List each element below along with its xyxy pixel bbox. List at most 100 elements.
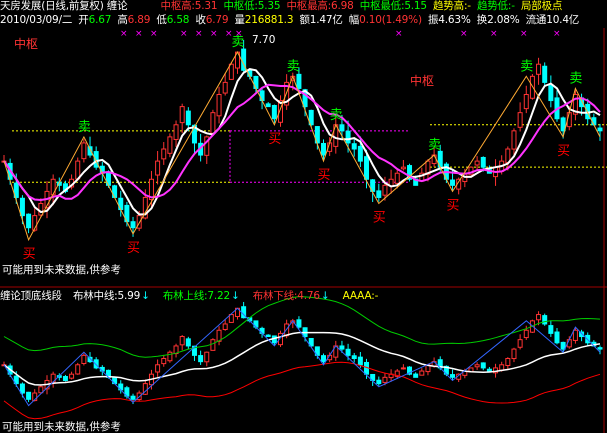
buy-marker: 买 — [318, 168, 331, 183]
zs-tag-left: 中枢 — [14, 37, 39, 51]
lower-candle-body — [536, 314, 542, 321]
upper-candle-body — [542, 65, 548, 83]
upper-candle-body — [26, 213, 32, 229]
buy-marker: 买 — [23, 247, 36, 262]
boll-upper-line — [3, 296, 601, 358]
lower-candle-body — [179, 336, 185, 346]
bi-zigzag-line — [3, 51, 601, 242]
upper-candle-body — [351, 143, 357, 150]
upper-candle-body — [228, 63, 234, 80]
top-x-marker: × — [180, 29, 188, 39]
upper-candle-body — [560, 117, 566, 132]
lower-candle-body — [26, 391, 32, 400]
buy-marker: 买 — [373, 211, 386, 226]
buy-marker: 买 — [268, 132, 281, 147]
upper-candle-body — [271, 104, 277, 120]
top-x-marker: × — [135, 29, 143, 39]
boll-dn-value: 4.76 — [297, 290, 320, 302]
upper-candle-body — [450, 179, 456, 186]
lower-candle-body — [222, 323, 228, 330]
upper-candle-body — [364, 156, 370, 180]
top-x-marker: × — [120, 29, 128, 39]
boll-mid-line — [3, 331, 601, 386]
upper-candle-body — [376, 190, 382, 198]
upper-candle-body — [597, 127, 603, 132]
sell-marker: 卖 — [428, 138, 441, 153]
lower-candle-body — [419, 370, 425, 376]
upper-candle-body — [173, 124, 179, 140]
future-data-note: 可能用到未来数据,供参考 — [2, 264, 121, 276]
upper-candle-body — [265, 103, 271, 108]
lower-candle-body — [499, 364, 505, 371]
boll-mid-label: 布林中线: — [72, 290, 118, 302]
lower-candle-body — [486, 368, 492, 372]
boll-lower-line — [3, 361, 601, 420]
boll-dn-label: 布林下线: — [252, 290, 298, 302]
lower-candle-body — [554, 331, 560, 344]
lower-candle-body — [480, 362, 486, 369]
lower-candle-body — [560, 341, 566, 350]
upper-candle-body — [511, 130, 517, 150]
top-x-marker: × — [553, 29, 561, 39]
upper-candle-body — [339, 124, 345, 132]
lower-candle-body — [413, 373, 419, 378]
buy-marker: 买 — [127, 241, 140, 256]
upper-candle-body — [357, 145, 363, 162]
lower-candle-body — [81, 354, 87, 364]
upper-candle-body — [81, 142, 87, 160]
sell-marker: 卖 — [330, 108, 343, 123]
lower-candle-body — [161, 358, 167, 365]
lower-candle-body — [523, 329, 529, 339]
upper-candle-body — [216, 94, 222, 117]
upper-candle-body — [536, 63, 542, 75]
upper-candle-body — [185, 110, 191, 126]
upper-candle-body — [480, 156, 486, 168]
upper-candle-body — [130, 221, 136, 229]
lower-candle-body — [450, 374, 456, 378]
upper-candle-body — [382, 184, 388, 196]
aaaa-label: AAAA:- — [342, 290, 379, 302]
top-x-marker: × — [225, 29, 233, 39]
lower-candle-body — [185, 338, 191, 347]
lower-candle-body — [339, 345, 345, 350]
buy-marker: 买 — [447, 198, 460, 213]
upper-candle-body — [179, 106, 185, 124]
upper-candle-body — [517, 112, 523, 128]
lower-candle-body — [167, 351, 173, 362]
upper-candle-body — [259, 90, 265, 102]
top-x-marker: × — [520, 29, 528, 39]
lower-candle-body — [62, 376, 68, 381]
top-x-marker: × — [460, 29, 468, 39]
sell-marker: 卖 — [520, 59, 533, 74]
upper-candle-body — [19, 197, 25, 217]
lower-candle-body — [130, 395, 136, 400]
upper-candle-body — [210, 112, 216, 134]
chart-canvas[interactable]: 买卖买卖买卖买卖买卖买卖买卖× × × × × × × × × × × × × — [0, 0, 607, 433]
lower-candle-body — [548, 325, 554, 334]
sell-marker: 卖 — [569, 71, 582, 86]
boll-mid-value: 5.99 — [117, 290, 141, 302]
buy-marker: 买 — [557, 144, 570, 159]
lower-candle-body — [376, 379, 382, 385]
lower-segment-line — [3, 307, 601, 407]
lower-candle-body — [511, 348, 517, 360]
lower-candle-body — [19, 383, 25, 394]
lower-candle-body — [357, 356, 363, 366]
upper-candle-body — [155, 160, 161, 176]
lower-candle-body — [517, 339, 523, 348]
sell-marker: 卖 — [287, 59, 300, 74]
lower-candle-body — [265, 334, 271, 338]
lower-candle-body — [75, 364, 81, 375]
lower-candle-body — [474, 364, 480, 368]
boll-dn-arrow-icon: ↓ — [320, 290, 330, 302]
lower-indicator-header: 缠论顶底线段 布林中线:5.99↓ 布林上线:7.22↓ 布林下线:4.76↓ … — [0, 290, 381, 303]
sell-marker: 卖 — [78, 120, 91, 135]
lower-candle-body — [400, 367, 406, 370]
lower-candle-body — [69, 373, 75, 379]
chart-window: { "header": { "title": "天房发展(日线,前复权) 缠论"… — [0, 0, 607, 433]
top-x-marker: × — [150, 29, 158, 39]
lower-future-data-note: 可能用到未来数据,供参考 — [2, 421, 121, 433]
upper-candle-body — [523, 94, 529, 110]
upper-candle-body — [321, 142, 327, 156]
lower-candle-body — [351, 355, 357, 359]
